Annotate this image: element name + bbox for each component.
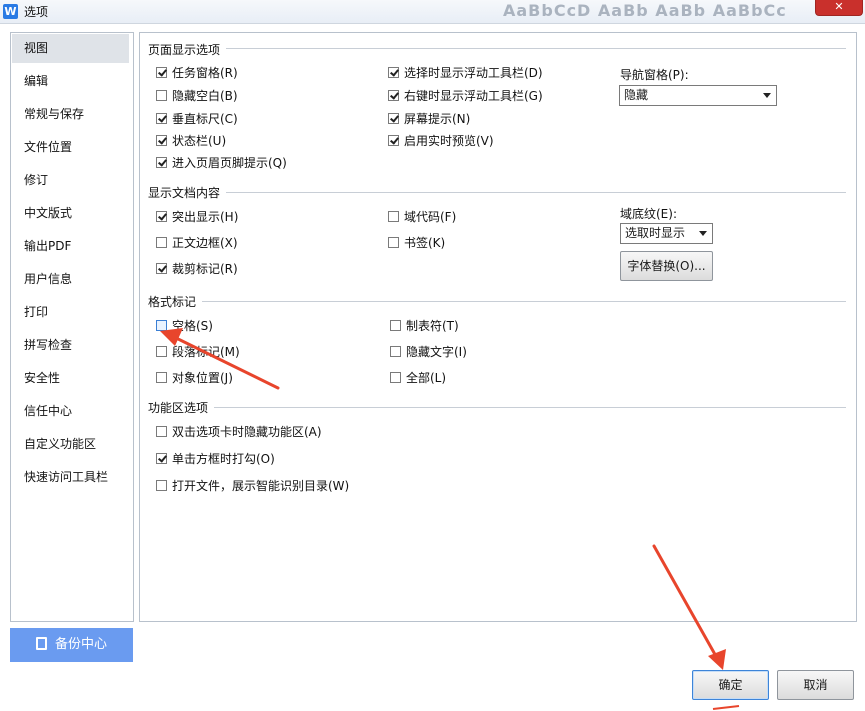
sidebar-item-quick-access-toolbar[interactable]: 快速访问工具栏: [12, 463, 129, 492]
close-button[interactable]: ✕: [815, 0, 863, 16]
checkbox-field-codes[interactable]: 域代码(F): [388, 207, 456, 227]
checkbox-paragraph-marks[interactable]: 段落标记(M): [156, 342, 240, 362]
section-title-doc-content: 显示文档内容: [148, 186, 221, 200]
checkbox-status-bar[interactable]: 状态栏(U): [156, 131, 226, 151]
section-title-page-display: 页面显示选项: [148, 43, 221, 57]
checkbox-object-anchors[interactable]: 对象位置(J): [156, 368, 233, 388]
checkbox-click-box-check[interactable]: 单击方框时打勾(O): [156, 449, 275, 469]
sidebar-item-customize-ribbon[interactable]: 自定义功能区: [12, 430, 129, 459]
divider: [226, 48, 846, 49]
view-options-panel: 页面显示选项 任务窗格(R) 隐藏空白(B) 垂直标尺(C) 状态栏(U) 进入…: [139, 32, 857, 622]
checkbox-text-boundaries[interactable]: 正文边框(X): [156, 233, 238, 253]
sidebar-item-spell-check[interactable]: 拼写检查: [12, 331, 129, 360]
sidebar-item-chinese-layout[interactable]: 中文版式: [12, 199, 129, 228]
field-shading-select[interactable]: 选取时显示: [620, 223, 713, 244]
sidebar-item-file-location[interactable]: 文件位置: [12, 133, 129, 162]
font-substitution-button[interactable]: 字体替换(O)...: [620, 251, 713, 281]
checkbox-unchecked-icon: [388, 211, 399, 222]
sidebar-item-general-save[interactable]: 常规与保存: [12, 100, 129, 129]
checkbox-unchecked-icon: [156, 90, 167, 101]
checkbox-spaces[interactable]: 空格(S): [156, 316, 213, 336]
sidebar-item-user-info[interactable]: 用户信息: [12, 265, 129, 294]
checkbox-bookmarks[interactable]: 书签(K): [388, 233, 445, 253]
checkbox-checked-icon: [156, 67, 167, 78]
checkbox-hide-whitespace[interactable]: 隐藏空白(B): [156, 86, 238, 106]
checkbox-all-marks[interactable]: 全部(L): [390, 368, 446, 388]
checkbox-crop-marks[interactable]: 裁剪标记(R): [156, 259, 238, 279]
checkbox-unchecked-icon: [156, 372, 167, 383]
checkbox-checked-icon: [156, 113, 167, 124]
cancel-button[interactable]: 取消: [777, 670, 854, 700]
checkbox-vertical-ruler[interactable]: 垂直标尺(C): [156, 109, 238, 129]
checkbox-unchecked-icon: [390, 320, 401, 331]
checkbox-checked-icon: [388, 113, 399, 124]
section-title-format-marks: 格式标记: [148, 295, 197, 309]
sidebar-item-print[interactable]: 打印: [12, 298, 129, 327]
field-shading-value: 选取时显示: [625, 226, 686, 240]
checkbox-hidden-text[interactable]: 隐藏文字(I): [390, 342, 467, 362]
ok-button[interactable]: 确定: [692, 670, 769, 700]
checkbox-checked-icon: [156, 211, 167, 222]
checkbox-float-toolbar-select[interactable]: 选择时显示浮动工具栏(D): [388, 63, 543, 83]
wps-writer-icon: W: [3, 4, 18, 19]
checkbox-checked-icon: [388, 135, 399, 146]
options-sidebar: 视图 编辑 常规与保存 文件位置 修订 中文版式 输出PDF 用户信息 打印 拼…: [10, 32, 134, 622]
checkbox-unchecked-icon: [156, 346, 167, 357]
backup-center-label: 备份中心: [54, 637, 107, 652]
checkbox-unchecked-icon: [156, 320, 167, 331]
nav-pane-select[interactable]: 隐藏: [619, 85, 777, 106]
checkbox-unchecked-icon: [390, 372, 401, 383]
checkbox-unchecked-icon: [156, 426, 167, 437]
underline-mark: [712, 705, 740, 710]
sidebar-item-security[interactable]: 安全性: [12, 364, 129, 393]
checkbox-task-pane[interactable]: 任务窗格(R): [156, 63, 238, 83]
checkbox-checked-icon: [156, 453, 167, 464]
nav-pane-label: 导航窗格(P):: [620, 68, 689, 82]
nav-pane-value: 隐藏: [624, 88, 649, 102]
divider: [226, 192, 846, 193]
sidebar-item-edit[interactable]: 编辑: [12, 67, 129, 96]
checkbox-unchecked-icon: [390, 346, 401, 357]
divider: [214, 407, 846, 408]
sidebar-item-trust-center[interactable]: 信任中心: [12, 397, 129, 426]
backup-icon: [35, 637, 47, 650]
checkbox-checked-icon: [156, 263, 167, 274]
checkbox-checked-icon: [156, 157, 167, 168]
dropdown-arrow-icon: [699, 231, 707, 236]
divider: [202, 301, 846, 302]
checkbox-tab-characters[interactable]: 制表符(T): [390, 316, 459, 336]
sidebar-item-export-pdf[interactable]: 输出PDF: [12, 232, 129, 261]
sidebar-item-view[interactable]: 视图: [12, 34, 129, 63]
checkbox-double-click-hide-ribbon[interactable]: 双击选项卡时隐藏功能区(A): [156, 422, 322, 442]
dropdown-arrow-icon: [763, 93, 771, 98]
checkbox-screen-tips[interactable]: 屏幕提示(N): [388, 109, 470, 129]
title-bar: W 选项 AaBbCcD AaBb AaBb AaBbCc ✕: [0, 0, 865, 24]
checkbox-highlight[interactable]: 突出显示(H): [156, 207, 238, 227]
checkbox-checked-icon: [388, 90, 399, 101]
checkbox-unchecked-icon: [156, 480, 167, 491]
checkbox-header-footer-hint[interactable]: 进入页眉页脚提示(Q): [156, 153, 287, 173]
sidebar-item-revision[interactable]: 修订: [12, 166, 129, 195]
background-ribbon-preview: AaBbCcD AaBb AaBb AaBbCc: [503, 1, 787, 20]
field-shading-label: 域底纹(E):: [620, 207, 677, 221]
checkbox-checked-icon: [388, 67, 399, 78]
checkbox-checked-icon: [156, 135, 167, 146]
checkbox-unchecked-icon: [388, 237, 399, 248]
backup-center-button[interactable]: 备份中心: [10, 628, 133, 662]
checkbox-unchecked-icon: [156, 237, 167, 248]
checkbox-live-preview[interactable]: 启用实时预览(V): [388, 131, 494, 151]
checkbox-smart-toc[interactable]: 打开文件，展示智能识别目录(W): [156, 476, 349, 496]
window-title: 选项: [24, 5, 49, 19]
section-title-ribbon: 功能区选项: [148, 401, 209, 415]
checkbox-float-toolbar-right-click[interactable]: 右键时显示浮动工具栏(G): [388, 86, 543, 106]
